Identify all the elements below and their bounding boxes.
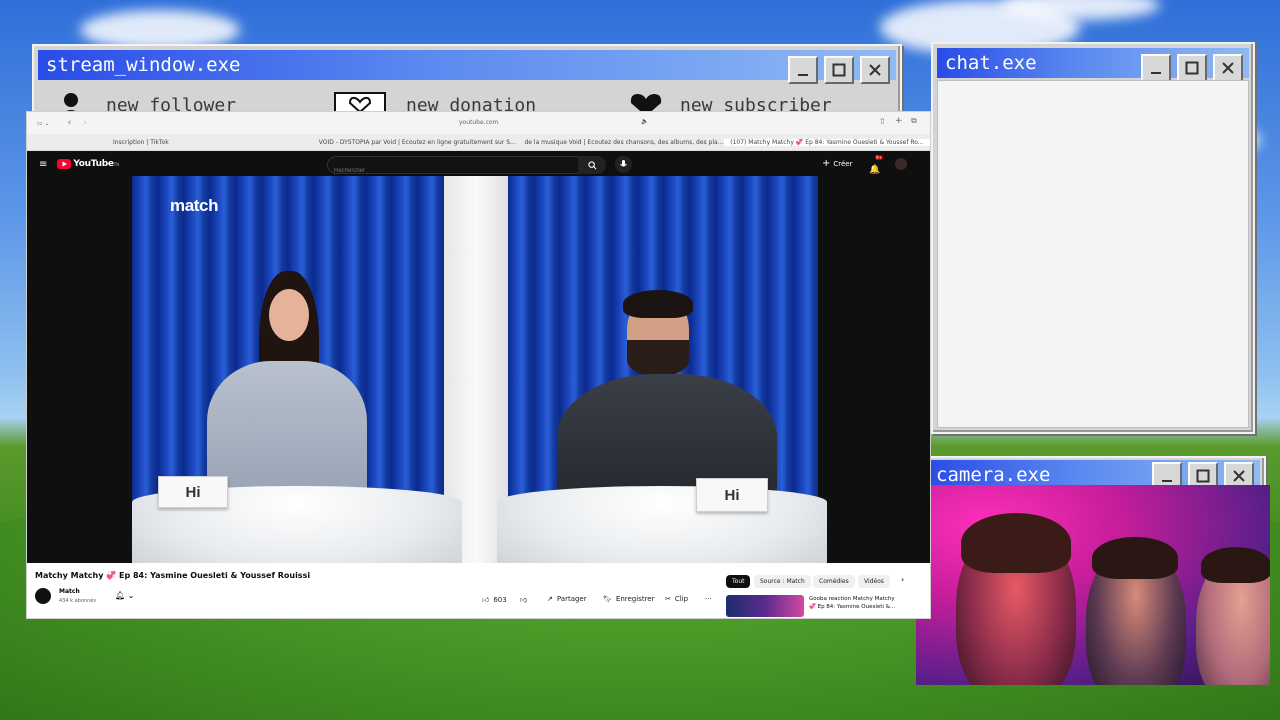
tab-tiktok[interactable]: Inscription | TikTok [27, 139, 313, 146]
suggested-video[interactable]: Gooba reaction Matchy Matchy 💞 Ep 84: Ya… [726, 595, 926, 617]
webcam-feed [916, 485, 1270, 685]
streamer-1-hair [961, 513, 1071, 573]
dislike-button[interactable]: 👎︎ [520, 595, 527, 604]
like-count: 603 [493, 595, 507, 604]
minimize-icon [1151, 72, 1161, 74]
suggested-title-line1: Gooba reaction Matchy Matchy [809, 596, 895, 602]
avatar[interactable] [895, 158, 907, 170]
tab-soundcloud-2[interactable]: de la musique Void | Écoutez des chanson… [519, 139, 725, 146]
youtube-play-icon [57, 159, 72, 169]
streamer-3-hair [1201, 547, 1270, 583]
channel-name[interactable]: Match [59, 588, 80, 595]
close-button[interactable] [1213, 54, 1243, 82]
new-tab-icon[interactable]: + [895, 116, 903, 126]
chip-all[interactable]: Tout [726, 575, 751, 588]
chevron-right-icon[interactable]: › [901, 575, 904, 584]
search-icon [587, 160, 596, 169]
audio-icon[interactable]: 🔈 [641, 118, 648, 125]
more-icon: ··· [705, 595, 712, 603]
contestant-left [197, 271, 377, 511]
subscriber-count: 434 k abonnés [59, 598, 96, 604]
like-button[interactable]: 👍︎ 603 [482, 595, 507, 605]
more-actions-button[interactable]: ··· [705, 595, 712, 603]
stream-window-title: stream_window.exe [46, 54, 241, 76]
maximize-button[interactable] [1177, 54, 1207, 82]
streamer-2-hair [1092, 537, 1178, 579]
clip-label: Clip [674, 595, 689, 603]
microphone-icon [620, 160, 627, 167]
chip-comedies[interactable]: Comédies [813, 575, 855, 588]
save-label: Enregistrer [615, 595, 655, 603]
youtube-country-code: TN [113, 161, 120, 167]
camera-window-title: camera.exe [936, 464, 1051, 486]
maximize-icon [832, 63, 846, 77]
thumbs-down-icon: 👎︎ [520, 596, 528, 604]
notification-count: 9+ [875, 155, 883, 160]
chat-area[interactable] [937, 80, 1249, 428]
youtube-header: ≡ YouTube TN + Créer 🔔 9+ [27, 151, 930, 179]
share-icon[interactable]: ⇧ [879, 117, 886, 126]
chat-window-title: chat.exe [945, 52, 1037, 74]
create-label: Créer [833, 159, 853, 168]
voice-search-button[interactable] [615, 156, 632, 173]
name-card-left: Hi [158, 476, 228, 508]
chip-source[interactable]: Source : Match [754, 575, 811, 588]
search-button[interactable] [578, 156, 606, 174]
tab-youtube[interactable]: (107) Matchy Matchy 💞 Ep 84: Yasmine Oue… [724, 138, 930, 146]
tab-overview-icon[interactable]: ⧉ [911, 116, 917, 126]
video-info: Matchy Matchy 💞 Ep 84: Yasmine Ouesleti … [27, 563, 930, 618]
maximize-icon [1185, 61, 1199, 75]
notifications-button[interactable]: 🔔 9+ [869, 155, 883, 176]
chip-videos[interactable]: Vidéos [858, 575, 890, 588]
suggested-title-line2: 💞 Ep 84: Yasmine Ouesleti &... [809, 604, 896, 610]
forward-icon[interactable]: › [83, 118, 87, 128]
maximize-button[interactable] [824, 56, 854, 84]
browser-window[interactable]: ▭ ⌄ ‹ › youtube.com 🔈 ⇧ + ⧉ Inscription … [27, 112, 930, 618]
contestant-right [547, 290, 787, 514]
share-button[interactable]: ↗ Partager [547, 595, 587, 603]
close-icon [1222, 62, 1234, 74]
chat-window-titlebar[interactable]: chat.exe [937, 48, 1249, 82]
maximize-icon [1196, 469, 1210, 483]
create-button[interactable]: + Créer [822, 158, 853, 169]
name-card-right: Hi [696, 478, 768, 512]
match-logo: match [170, 196, 219, 215]
address-bar[interactable]: youtube.com [459, 119, 498, 126]
tab-bar: Inscription | TikTok VOID - DYSTOPIA par… [27, 134, 930, 151]
video-title: Matchy Matchy 💞 Ep 84: Yasmine Ouesleti … [35, 571, 311, 580]
menu-icon[interactable]: ≡ [39, 159, 47, 170]
table-right [497, 486, 827, 563]
sidebar-icon[interactable]: ▭ ⌄ [37, 120, 50, 127]
chat-window[interactable]: chat.exe [931, 42, 1255, 434]
minimize-button[interactable] [788, 56, 818, 84]
close-icon [869, 64, 881, 76]
minimize-icon [798, 74, 808, 76]
youtube-logo[interactable]: YouTube TN [57, 159, 119, 169]
close-icon [1233, 470, 1245, 482]
save-button[interactable]: 🔖︎ Enregistrer [603, 595, 654, 603]
thumbs-up-icon: 👍︎ [482, 596, 490, 604]
suggested-thumbnail [726, 595, 804, 617]
back-icon[interactable]: ‹ [68, 118, 72, 128]
channel-avatar[interactable] [35, 588, 51, 604]
share-arrow-icon: ↗ [547, 595, 553, 603]
search-box[interactable] [327, 156, 579, 179]
minimize-icon [1162, 480, 1172, 482]
bookmark-icon: 🔖︎ [603, 595, 612, 603]
video-player[interactable]: match Hi Hi [27, 176, 930, 563]
minimize-button[interactable] [1141, 54, 1171, 82]
safari-toolbar: ▭ ⌄ ‹ › youtube.com 🔈 ⇧ + ⧉ [27, 112, 930, 134]
plus-icon: + [822, 158, 831, 169]
clip-button[interactable]: ✂ Clip [665, 595, 688, 603]
stream-window-titlebar[interactable]: stream_window.exe [38, 50, 896, 84]
tab-soundcloud-1[interactable]: VOID - DYSTOPIA par Void | Écoutez en li… [313, 139, 519, 146]
scissors-icon: ✂ [665, 595, 671, 603]
subscribe-bell-icon[interactable]: 🔔︎ ⌄ [115, 591, 134, 600]
youtube-logo-text: YouTube [73, 159, 114, 169]
share-label: Partager [556, 595, 587, 603]
close-button[interactable] [860, 56, 890, 84]
bell-icon: 🔔 [869, 165, 881, 175]
